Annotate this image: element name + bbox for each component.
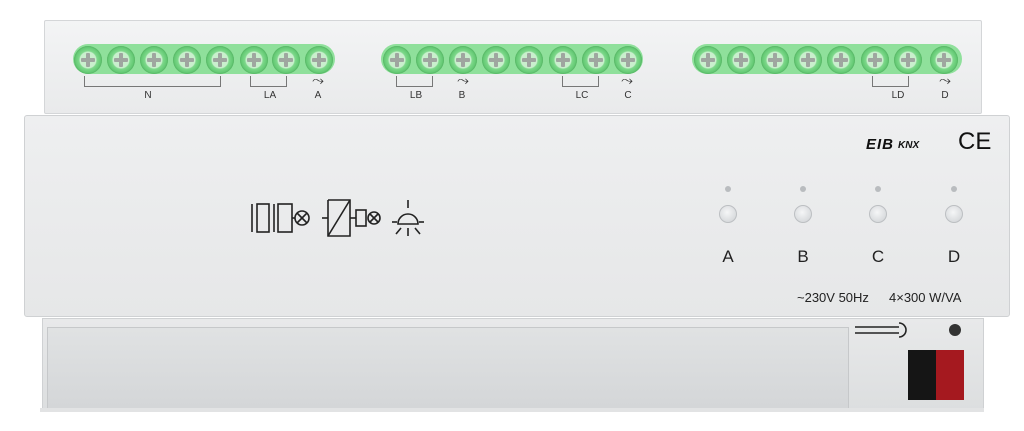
status-led-d — [951, 186, 957, 192]
terminal-label-b: B — [458, 90, 466, 101]
channel-b-button[interactable] — [794, 205, 812, 223]
power-rating: 4×300 W/VA — [889, 290, 962, 305]
bracket-lb — [396, 76, 433, 87]
label-window — [47, 327, 849, 409]
dimmer-function-icon — [251, 203, 310, 233]
screw-terminal-y2 — [727, 46, 755, 74]
front-panel — [24, 115, 1010, 317]
voltage-rating: ~230V 50Hz — [797, 290, 869, 305]
dimmed-output-c-icon: ⤳ — [620, 72, 634, 89]
programming-led — [949, 324, 961, 336]
bracket-la — [250, 76, 287, 87]
bottom-housing — [42, 318, 984, 412]
channel-d-button[interactable] — [945, 205, 963, 223]
dimmed-output-a-icon: ⤳ — [311, 72, 325, 89]
screw-terminal-lb1 — [383, 46, 411, 74]
trailing-edge-dimmer-icon — [322, 199, 381, 237]
screw-terminal-a — [305, 46, 333, 74]
channel-a-button[interactable] — [719, 205, 737, 223]
terminal-label-a: A — [314, 90, 322, 101]
terminal-label-d: D — [941, 90, 949, 101]
screw-terminal-n3 — [140, 46, 168, 74]
screw-terminal-x2 — [515, 46, 543, 74]
terminal-label-la: LA — [263, 90, 277, 101]
screw-terminal-lb2 — [416, 46, 444, 74]
channel-label-a: A — [722, 247, 734, 266]
terminal-label-lc: LC — [575, 90, 589, 101]
screw-terminal-ld1 — [861, 46, 889, 74]
status-led-b — [800, 186, 806, 192]
screw-terminal-lc2 — [582, 46, 610, 74]
screw-terminal-b — [449, 46, 477, 74]
bus-terminal-red — [936, 350, 964, 400]
screw-terminal-ld2 — [894, 46, 922, 74]
bracket-n — [84, 76, 221, 87]
ce-mark: CE — [958, 128, 992, 155]
bracket-ld — [872, 76, 909, 87]
knx-dimmer-actuator: ⤳ ⤳ ⤳ ⤳ N LA A LB B LC C LD D EIB KNX CE — [0, 0, 1024, 431]
channel-label-b: B — [797, 247, 809, 266]
dimmed-output-d-icon: ⤳ — [938, 72, 952, 89]
status-led-a — [725, 186, 731, 192]
screw-terminal-y5 — [827, 46, 855, 74]
knx-logo: KNX — [898, 140, 920, 151]
eib-logo: EIB — [866, 136, 895, 153]
dimmed-output-b-icon: ⤳ — [456, 72, 470, 89]
screw-terminal-y4 — [794, 46, 822, 74]
bracket-lc — [562, 76, 599, 87]
knx-programming-loop-icon — [855, 322, 907, 338]
terminal-label-c: C — [624, 90, 632, 101]
status-led-c — [875, 186, 881, 192]
screw-terminal-la1 — [240, 46, 268, 74]
screw-terminal-lc1 — [549, 46, 577, 74]
screw-terminal-n5 — [206, 46, 234, 74]
knx-bus-connector[interactable] — [908, 350, 964, 400]
terminal-label-ld: LD — [891, 90, 905, 101]
screw-terminal-la2 — [272, 46, 300, 74]
screw-terminal-n4 — [173, 46, 201, 74]
terminal-label-n: N — [144, 90, 152, 101]
terminal-label-lb: LB — [409, 90, 423, 101]
channel-label-c: C — [871, 247, 885, 266]
screw-terminal-x1 — [482, 46, 510, 74]
din-rail-foot — [40, 408, 984, 412]
screw-terminal-c — [614, 46, 642, 74]
channel-label-d: D — [947, 247, 961, 266]
screw-terminal-n2 — [107, 46, 135, 74]
screw-terminal-d — [930, 46, 958, 74]
screw-terminal-y3 — [761, 46, 789, 74]
lamp-icon — [392, 200, 424, 236]
screw-terminal-y1 — [694, 46, 722, 74]
screw-terminal-n1 — [74, 46, 102, 74]
channel-c-button[interactable] — [869, 205, 887, 223]
bus-terminal-black — [908, 350, 936, 400]
